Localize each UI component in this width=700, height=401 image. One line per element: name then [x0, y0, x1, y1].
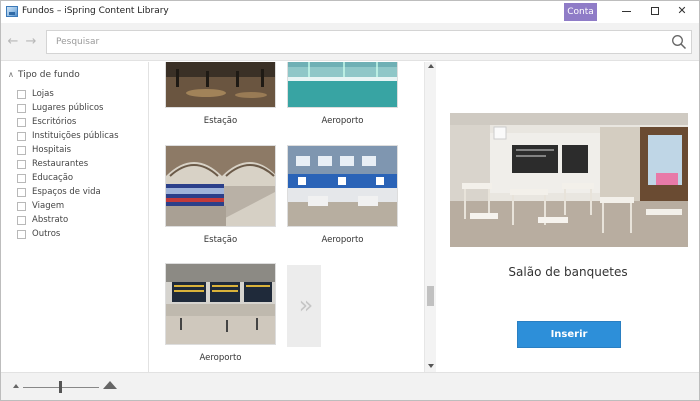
- window-title: Fundos – iSpring Content Library: [22, 6, 169, 16]
- arrow-left-icon: ←: [7, 34, 19, 49]
- filter-item-hospitais[interactable]: Hospitais: [17, 143, 119, 157]
- filter-checkbox[interactable]: [17, 89, 26, 99]
- thumbnail-image: [166, 264, 275, 344]
- thumbnail-estacao-1[interactable]: [165, 62, 276, 108]
- preview-image: [450, 113, 688, 247]
- filter-checkbox[interactable]: [17, 131, 26, 141]
- search-box: [46, 30, 692, 54]
- filter-item-restaurantes[interactable]: Restaurantes: [17, 157, 119, 171]
- thumbnail-aeroporto-3[interactable]: [165, 263, 276, 345]
- filter-item-lojas[interactable]: Lojas: [17, 87, 119, 101]
- scroll-up-icon[interactable]: [428, 64, 434, 68]
- filter-item-escritorios[interactable]: Escritórios: [17, 115, 119, 129]
- scroll-down-icon[interactable]: [428, 364, 434, 368]
- filter-label: Abstrato: [32, 215, 69, 225]
- filter-checkbox[interactable]: [17, 201, 26, 211]
- preview-photo: [450, 113, 688, 247]
- background-grid: Estação Aeroporto Estação Aeroporto Aero…: [150, 62, 424, 372]
- search-icon[interactable]: [671, 34, 687, 50]
- zoom-out-icon[interactable]: [13, 384, 19, 388]
- app-logo-icon: [6, 6, 18, 17]
- load-more-button[interactable]: »: [287, 265, 321, 347]
- double-chevron-right-icon: »: [298, 291, 314, 319]
- maximize-icon: [651, 7, 659, 15]
- thumbnail-caption: Estação: [203, 235, 238, 245]
- close-icon: ✕: [677, 4, 687, 17]
- chevron-up-icon: ∧: [8, 70, 14, 79]
- filter-panel: ∧ Tipo de fundo Lojas Lugares públicos Es…: [1, 62, 149, 372]
- filter-checkbox[interactable]: [17, 117, 26, 127]
- filter-label: Lojas: [32, 89, 54, 99]
- minimize-icon: [621, 10, 631, 12]
- filter-item-lugares-publicos[interactable]: Lugares públicos: [17, 101, 119, 115]
- filter-label: Escritórios: [32, 117, 77, 127]
- thumbnail-caption: Aeroporto: [321, 116, 364, 126]
- filter-label: Outros: [32, 229, 61, 239]
- title-bar: Fundos – iSpring Content Library Conta ✕: [1, 1, 699, 23]
- filter-checkbox[interactable]: [17, 229, 26, 239]
- close-button[interactable]: ✕: [665, 1, 699, 21]
- grid-scrollbar[interactable]: [424, 62, 436, 372]
- filter-item-abstrato[interactable]: Abstrato: [17, 213, 119, 227]
- thumbnail-image: [288, 62, 397, 107]
- arrow-right-icon: →: [25, 34, 37, 49]
- filter-label: Educação: [32, 173, 74, 183]
- filter-item-outros[interactable]: Outros: [17, 227, 119, 241]
- account-button[interactable]: Conta: [564, 3, 597, 21]
- filter-checkbox[interactable]: [17, 145, 26, 155]
- insert-button[interactable]: Inserir: [517, 321, 621, 348]
- thumbnail-caption: Aeroporto: [321, 235, 364, 245]
- filter-label: Viagem: [32, 201, 65, 211]
- thumbnail-image: [166, 62, 275, 107]
- filter-label: Hospitais: [32, 145, 72, 155]
- app-window: Fundos – iSpring Content Library Conta ✕…: [0, 0, 700, 401]
- toolbar: ← →: [1, 23, 699, 61]
- thumbnail-image: [166, 146, 275, 226]
- preview-title: Salão de banquetes: [508, 265, 628, 279]
- filter-item-viagem[interactable]: Viagem: [17, 199, 119, 213]
- search-input[interactable]: [47, 31, 663, 53]
- thumbnail-aeroporto-2[interactable]: [287, 145, 398, 227]
- filter-label: Lugares públicos: [32, 103, 104, 113]
- filter-label: Restaurantes: [32, 159, 89, 169]
- filter-checkbox[interactable]: [17, 215, 26, 225]
- thumbnail-image: [288, 146, 397, 226]
- filter-item-instituicoes-publicas[interactable]: Instituições públicas: [17, 129, 119, 143]
- forward-button[interactable]: →: [23, 34, 39, 50]
- thumbnail-caption: Estação: [203, 116, 238, 126]
- thumbnail-caption: Aeroporto: [199, 353, 242, 363]
- filter-group-title: Tipo de fundo: [18, 70, 80, 80]
- preview-panel: Salão de banquetes Inserir: [437, 62, 699, 372]
- back-button[interactable]: ←: [5, 34, 21, 50]
- scroll-thumb[interactable]: [427, 286, 434, 306]
- filter-checkbox[interactable]: [17, 103, 26, 113]
- zoom-slider-handle[interactable]: [59, 381, 62, 393]
- bottom-bar: [1, 372, 699, 400]
- filter-group-toggle[interactable]: ∧ Tipo de fundo: [8, 70, 80, 80]
- thumbnail-aeroporto-1[interactable]: [287, 62, 398, 108]
- zoom-in-icon[interactable]: [103, 381, 117, 389]
- filter-list: Lojas Lugares públicos Escritórios Insti…: [17, 87, 119, 241]
- filter-item-espacos-de-vida[interactable]: Espaços de vida: [17, 185, 119, 199]
- filter-checkbox[interactable]: [17, 187, 26, 197]
- filter-checkbox[interactable]: [17, 173, 26, 183]
- filter-label: Instituições públicas: [32, 131, 119, 141]
- filter-item-educacao[interactable]: Educação: [17, 171, 119, 185]
- filter-checkbox[interactable]: [17, 159, 26, 169]
- filter-label: Espaços de vida: [32, 187, 101, 197]
- thumbnail-estacao-2[interactable]: [165, 145, 276, 227]
